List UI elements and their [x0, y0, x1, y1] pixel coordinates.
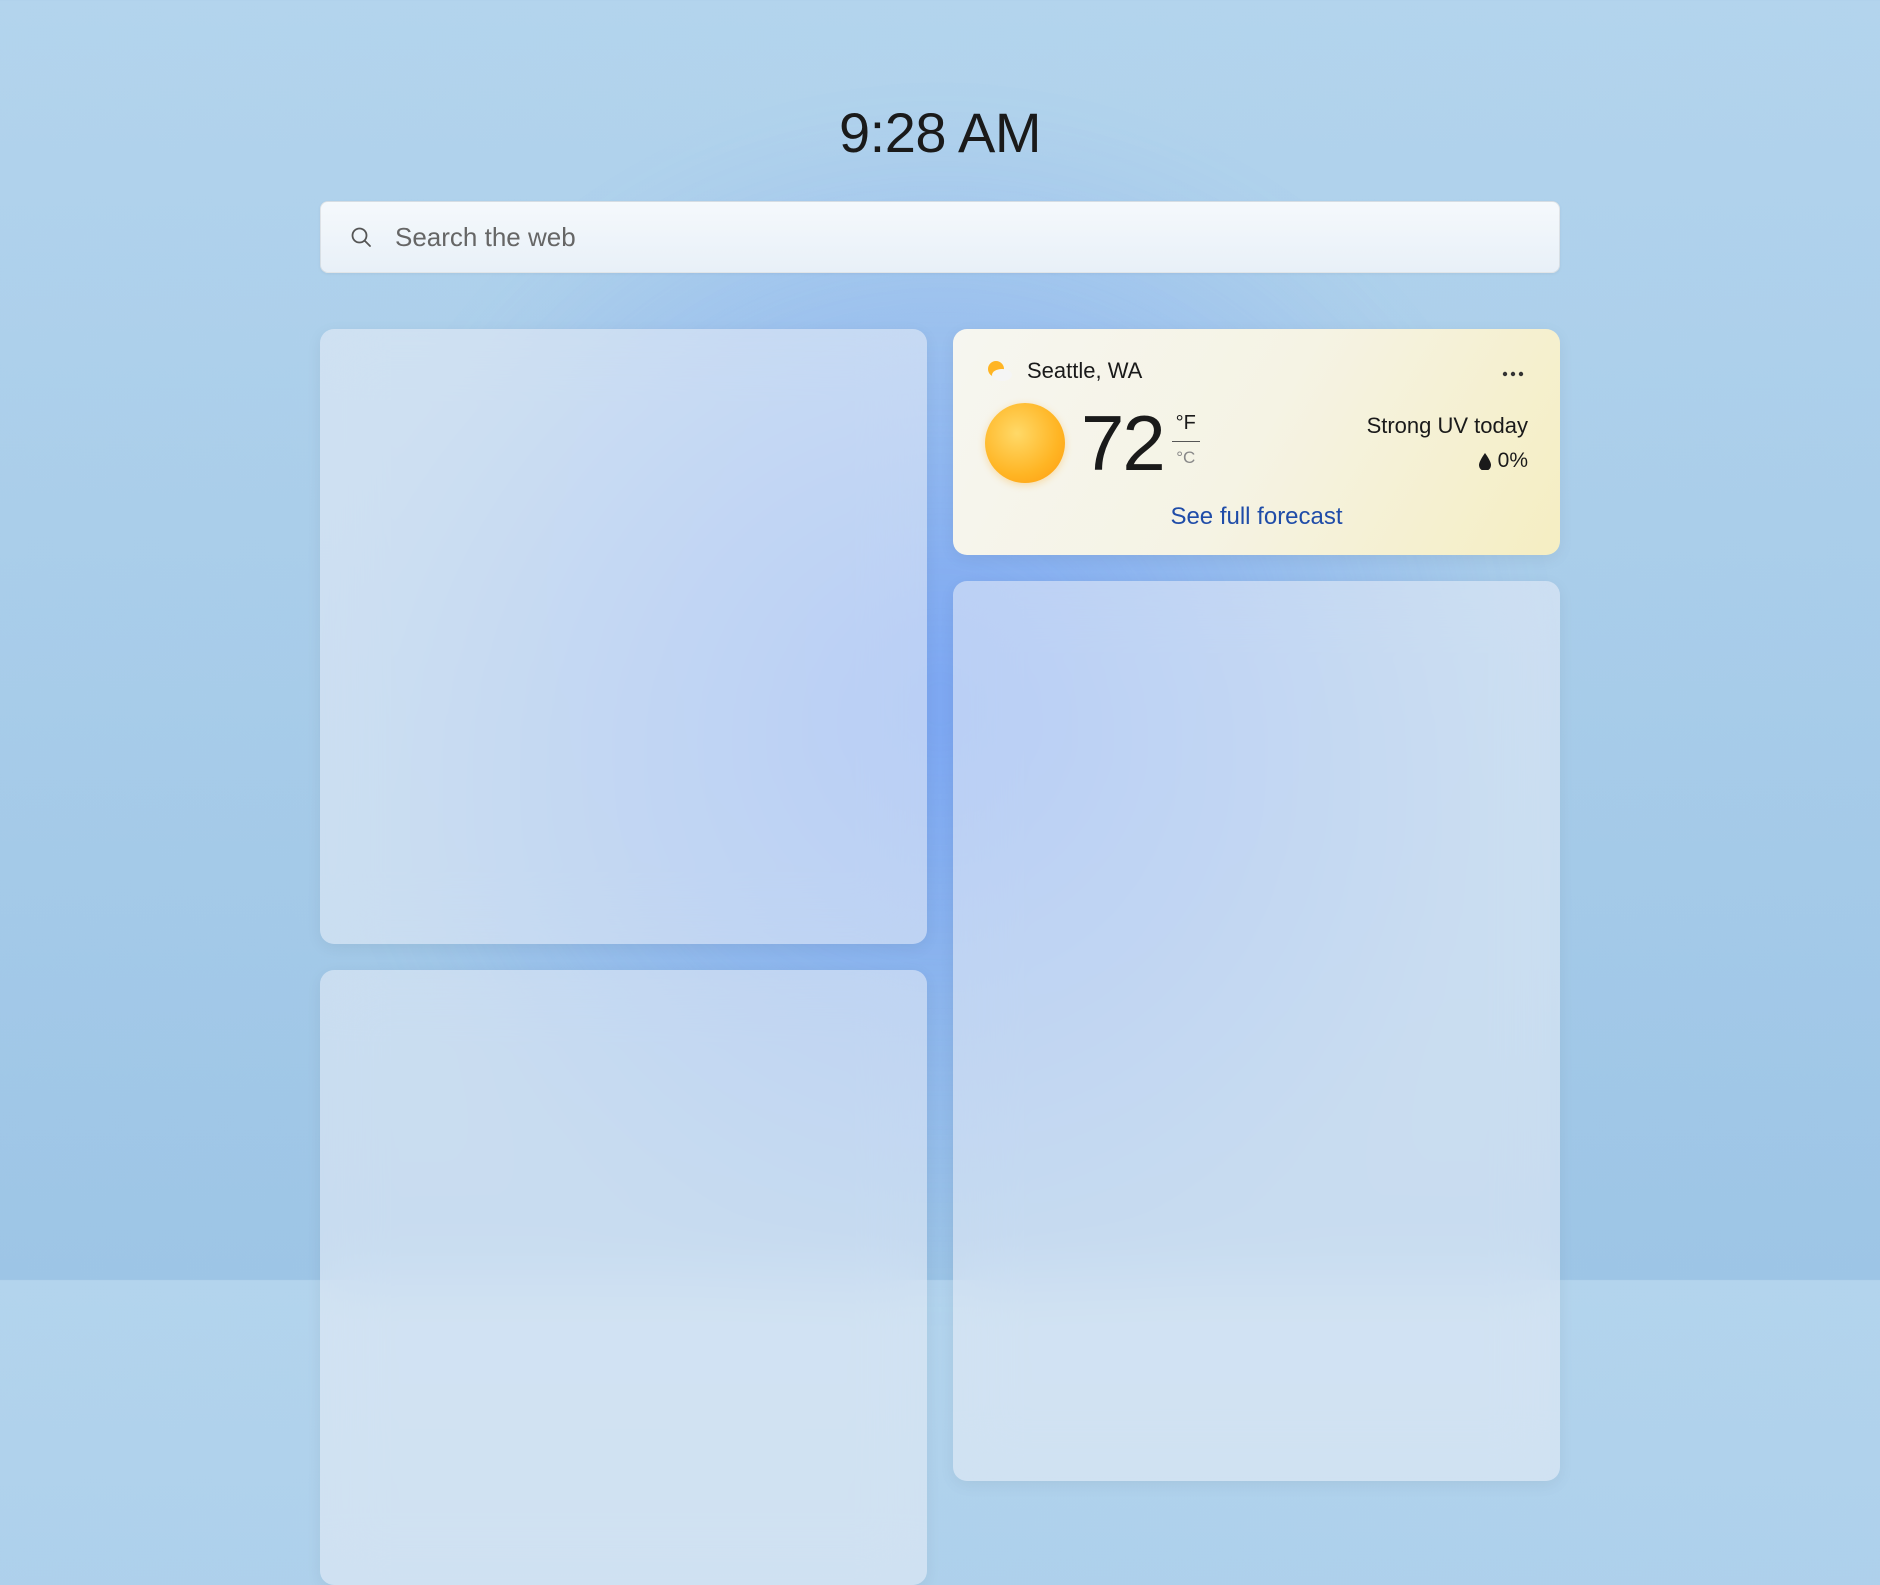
widget-placeholder-left-top[interactable]: [320, 329, 927, 944]
uv-alert: Strong UV today: [1367, 413, 1528, 439]
unit-fahrenheit[interactable]: °F: [1176, 412, 1196, 439]
see-full-forecast-link[interactable]: See full forecast: [985, 503, 1528, 531]
widget-placeholder-right-bottom[interactable]: [953, 581, 1560, 1481]
clock-time: 9:28 AM: [320, 100, 1560, 165]
precip-percent: 0%: [1498, 449, 1528, 473]
more-horizontal-icon: [1502, 371, 1524, 377]
unit-divider: [1172, 441, 1200, 442]
droplet-icon: [1478, 452, 1492, 470]
sun-icon: [985, 403, 1065, 483]
search-icon: [349, 225, 373, 249]
weather-app-icon: [985, 357, 1013, 385]
more-options-button[interactable]: [1498, 357, 1528, 385]
weather-location: Seattle, WA: [1027, 358, 1142, 384]
weather-widget[interactable]: Seattle, WA 72: [953, 329, 1560, 555]
unit-celsius[interactable]: °C: [1176, 444, 1195, 468]
widget-placeholder-left-bottom[interactable]: [320, 970, 927, 1585]
search-box[interactable]: [320, 201, 1560, 273]
search-input[interactable]: [395, 222, 1531, 253]
temperature-value: 72: [1081, 404, 1164, 482]
